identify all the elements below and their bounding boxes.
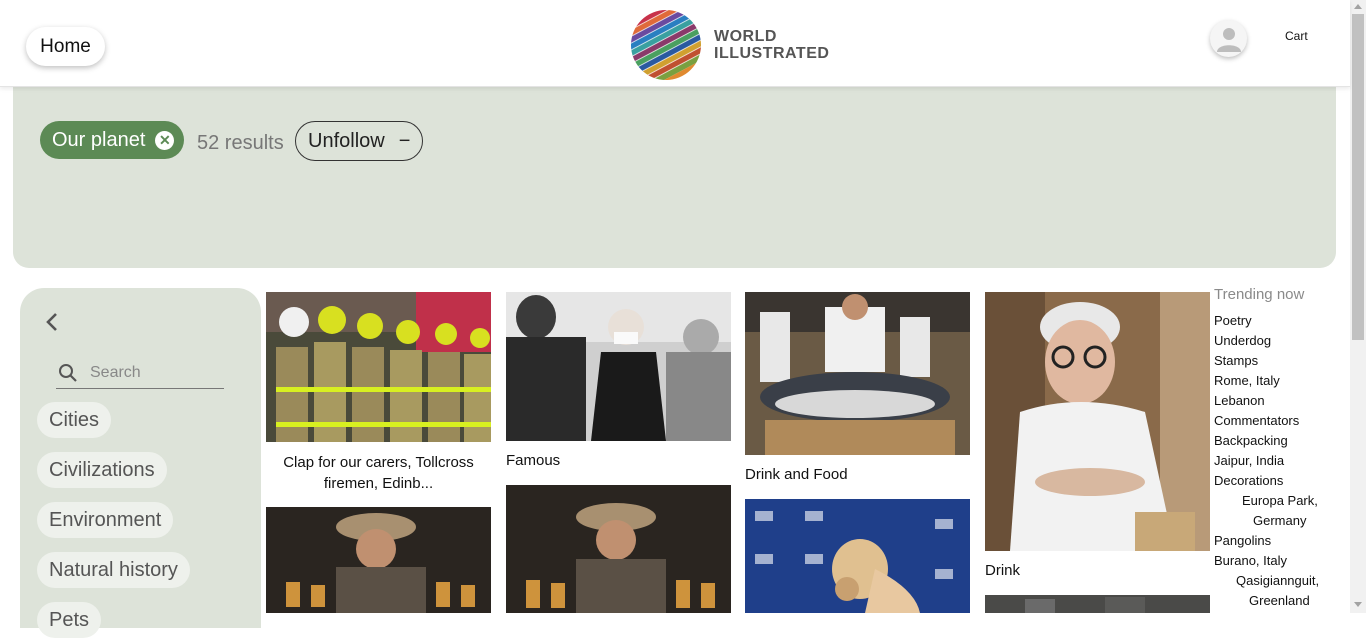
logo-line-1: WORLD [714,28,777,45]
trending-item-continued[interactable]: Greenland [1249,591,1310,611]
article-card-famous[interactable]: Famous [506,292,731,472]
chef-portrait-photo [985,292,1210,551]
page-scrollbar[interactable] [1350,0,1366,613]
article-card-firemen[interactable]: Clap for our carers, Tollcross firemen, … [266,292,491,492]
tuna-photo [745,292,970,455]
trending-item[interactable]: Poetry [1214,311,1252,331]
trending-item[interactable]: Pangolins [1214,531,1271,551]
category-environment[interactable]: Environment [37,502,174,538]
trending-item[interactable]: Stamps [1214,351,1258,371]
trending-item[interactable]: Europa Park, [1242,491,1318,511]
category-cities[interactable]: Cities [37,402,112,438]
logo-text: WORLD ILLUSTRATED [714,28,829,62]
firemen-photo [266,292,491,442]
unfollow-label: Unfollow [308,129,385,152]
card-caption[interactable]: Drink and Food [745,464,848,485]
trending-item[interactable]: Burano, Italy [1214,551,1287,571]
card-caption[interactable]: Drink [985,560,1020,581]
article-card-drink[interactable]: Drink [985,292,1210,582]
trending-item[interactable]: Decorations [1214,471,1283,491]
minus-icon: − [398,129,411,152]
search-input[interactable] [88,363,208,383]
trending-item[interactable]: Rome, Italy [1214,371,1280,391]
active-tag-chip[interactable]: Our planet ✕ [40,121,185,159]
article-card-street[interactable] [985,595,1210,613]
user-icon [1216,27,1241,52]
chevron-left-icon[interactable] [44,312,60,332]
globe-logo-icon [630,9,702,81]
results-count: 52 results [197,132,284,154]
logo[interactable]: WORLD ILLUSTRATED [630,9,829,81]
active-tag-label: Our planet [52,128,146,151]
cart-link[interactable]: Cart [1285,29,1308,43]
famous-photo [506,292,731,441]
search-field[interactable] [56,358,224,389]
trending-title: Trending now [1214,286,1305,303]
filter-panel: Our planet ✕ 52 results Unfollow − [13,87,1336,268]
trending-item[interactable]: Jaipur, India [1214,451,1284,471]
trending-item[interactable]: Underdog [1214,331,1271,351]
article-card-red-carpet[interactable] [745,499,970,613]
scroll-thumb[interactable] [1352,14,1364,340]
top-header: Home WORLD ILLUSTRATED Cart [0,0,1350,87]
trending-item[interactable]: Lebanon [1214,391,1265,411]
search-icon [59,364,77,382]
card-caption[interactable]: Famous [506,450,560,471]
bartender-photo [266,507,491,613]
red-carpet-photo [745,499,970,613]
trending-item[interactable]: Backpacking [1214,431,1288,451]
trending-item-continued[interactable]: Germany [1253,511,1306,531]
category-sidebar: Cities Civilizations Environment Natural… [20,288,261,638]
trending-item[interactable]: Commentators [1214,411,1299,431]
street-photo [985,595,1210,613]
remove-tag-close-icon[interactable]: ✕ [155,130,175,150]
article-card-bartender-1[interactable] [266,507,491,613]
bartender-photo [506,485,731,613]
unfollow-button[interactable]: Unfollow − [295,121,424,161]
category-natural-history[interactable]: Natural history [37,552,190,588]
logo-line-2: ILLUSTRATED [714,45,830,62]
category-pets[interactable]: Pets [37,602,102,638]
scroll-up-arrow-icon[interactable] [1354,4,1362,9]
scroll-down-arrow-icon[interactable] [1354,602,1362,607]
article-card-bartender-2[interactable] [506,485,731,613]
avatar[interactable] [1210,20,1247,57]
article-card-drink-and-food[interactable]: Drink and Food [745,292,970,487]
card-caption[interactable]: Clap for our carers, Tollcross firemen, … [266,452,491,494]
trending-item[interactable]: Qasigiannguit, [1236,571,1319,591]
home-button[interactable]: Home [26,27,105,66]
category-civilizations[interactable]: Civilizations [37,452,167,488]
